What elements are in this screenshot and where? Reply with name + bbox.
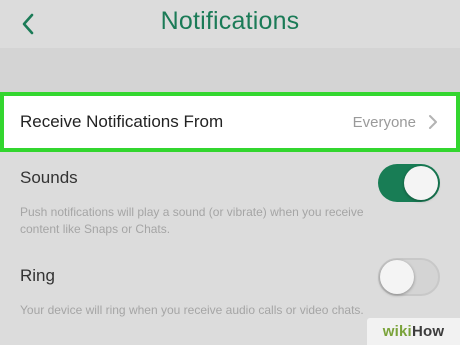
ring-title: Ring [20,266,55,285]
watermark-wiki: wiki [382,323,412,340]
ring-description: Your device will ring when you receive a… [20,303,364,317]
toggle-knob [404,166,438,200]
page-title: Notifications [160,7,300,35]
watermark-how: How [411,323,445,340]
sounds-setting: Sounds Push notifications will play a so… [0,152,460,249]
receive-notifications-label: Receive Notifications From [20,112,224,131]
toggle-knob [380,260,414,294]
receive-notifications-row[interactable]: Receive Notifications From Everyone [0,92,460,152]
wikihow-watermark: wiki How [367,318,460,345]
section-spacer [0,48,460,92]
chevron-right-icon [428,114,438,130]
sounds-toggle[interactable] [378,164,440,202]
sounds-description: Push notifications will play a sound (or… [20,205,364,236]
ring-toggle[interactable] [378,258,440,296]
receive-notifications-value: Everyone [352,113,416,131]
nav-header: Notifications [0,0,460,48]
sounds-title: Sounds [20,168,78,187]
